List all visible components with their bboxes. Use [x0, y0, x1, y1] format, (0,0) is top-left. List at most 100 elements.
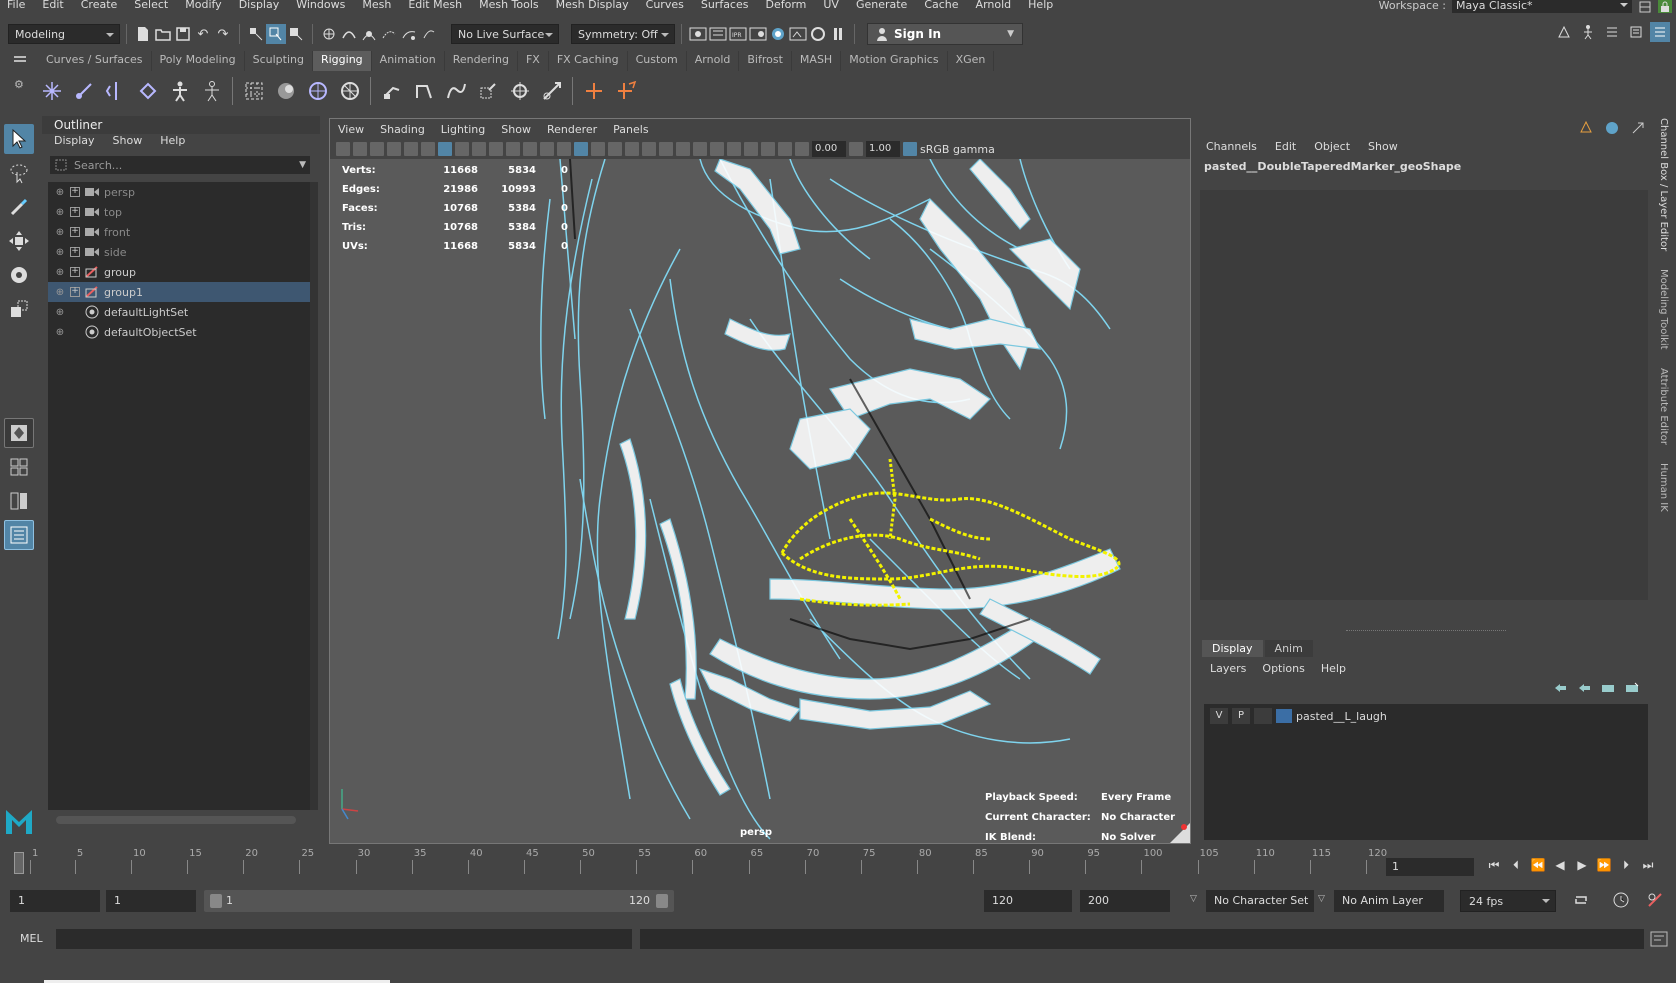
- expand-icon[interactable]: +: [70, 227, 80, 237]
- blend-shape-icon[interactable]: [336, 77, 364, 105]
- expand-icon[interactable]: +: [70, 267, 80, 277]
- 2d-pan-zoom-icon[interactable]: [404, 142, 418, 156]
- move-tool-icon[interactable]: [4, 226, 34, 256]
- select-tool-icon[interactable]: [4, 124, 34, 154]
- snap-curve-icon[interactable]: [339, 24, 359, 44]
- select-component-icon[interactable]: [286, 24, 306, 44]
- menu-create[interactable]: Create: [81, 0, 118, 11]
- grease-pencil-icon[interactable]: [421, 142, 435, 156]
- safe-title-icon[interactable]: [540, 142, 554, 156]
- range-start-handle[interactable]: [210, 894, 222, 908]
- shelf-tab-fx[interactable]: FX: [517, 51, 549, 71]
- open-scene-icon[interactable]: [153, 24, 173, 44]
- new-scene-icon[interactable]: [133, 24, 153, 44]
- viewport-menu-show[interactable]: Show: [501, 123, 531, 136]
- render-settings-icon[interactable]: [748, 24, 768, 44]
- camera-select-icon[interactable]: [336, 142, 350, 156]
- channel-menu-object[interactable]: Object: [1314, 140, 1350, 153]
- outliner-search-field[interactable]: Search... ▼: [50, 156, 310, 174]
- channel-list[interactable]: [1200, 190, 1648, 600]
- animation-end-field[interactable]: 200: [1080, 890, 1170, 912]
- film-gate-icon[interactable]: [455, 142, 469, 156]
- outliner-vertical-scrollbar[interactable]: [310, 182, 318, 810]
- render-current-icon[interactable]: [688, 24, 708, 44]
- help-line-icon[interactable]: [1602, 118, 1622, 138]
- menu-generate[interactable]: Generate: [856, 0, 907, 11]
- auto-key-icon[interactable]: [1612, 891, 1630, 912]
- xray-active-icon[interactable]: [761, 142, 775, 156]
- bind-skin-icon[interactable]: [378, 77, 406, 105]
- gate-mask-icon[interactable]: [489, 142, 503, 156]
- play-forwards-icon[interactable]: ▶: [1574, 856, 1590, 874]
- save-scene-icon[interactable]: [173, 24, 193, 44]
- character-set-icon[interactable]: ▽: [1190, 894, 1197, 904]
- shelf-tab-bifrost[interactable]: Bifrost: [739, 51, 792, 71]
- layer-playback-toggle[interactable]: P: [1232, 708, 1250, 724]
- expand-icon[interactable]: +: [70, 287, 80, 297]
- menu-edit-mesh[interactable]: Edit Mesh: [408, 0, 462, 11]
- default-material-icon[interactable]: [591, 142, 605, 156]
- undo-icon[interactable]: ↶: [193, 24, 213, 44]
- layer-visibility-toggle[interactable]: V: [1210, 708, 1228, 724]
- layer-menu-layers[interactable]: Layers: [1210, 662, 1246, 675]
- fps-dropdown[interactable]: 24 fps: [1460, 890, 1556, 912]
- playback-start-field[interactable]: 1: [106, 890, 196, 912]
- current-time-indicator[interactable]: [14, 852, 24, 874]
- outliner-item-top[interactable]: ⊕ + top: [48, 202, 310, 222]
- go-to-start-icon[interactable]: ⏮: [1486, 856, 1502, 874]
- filter-icon[interactable]: [54, 158, 68, 172]
- outliner-item-front[interactable]: ⊕ + front: [48, 222, 310, 242]
- four-view-layout-icon[interactable]: [4, 452, 34, 482]
- outliner-menu-show[interactable]: Show: [113, 134, 143, 152]
- visibility-icon[interactable]: ⊕: [54, 286, 66, 298]
- paint-weights-icon[interactable]: [474, 77, 502, 105]
- layer-menu-help[interactable]: Help: [1321, 662, 1346, 675]
- outliner-layout-icon[interactable]: [4, 520, 34, 550]
- ambient-occlusion-icon[interactable]: [659, 142, 673, 156]
- rotate-tool-icon[interactable]: [4, 260, 34, 290]
- visibility-icon[interactable]: ⊕: [54, 226, 66, 238]
- insert-joint-icon[interactable]: [70, 77, 98, 105]
- menu-windows[interactable]: Windows: [296, 0, 345, 11]
- orient-joint-icon[interactable]: [134, 77, 162, 105]
- sign-in-button[interactable]: Sign In ▼: [867, 23, 1023, 45]
- move-layer-down-icon[interactable]: [1576, 680, 1592, 696]
- shelf-tab-animation[interactable]: Animation: [371, 51, 445, 71]
- channel-box-icon[interactable]: [1650, 22, 1670, 42]
- xray-joints-icon[interactable]: [778, 142, 792, 156]
- workspace-dropdown[interactable]: Maya Classic*: [1452, 0, 1632, 13]
- menu-surfaces[interactable]: Surfaces: [701, 0, 749, 11]
- image-plane-icon[interactable]: [387, 142, 401, 156]
- viewport-menu-view[interactable]: View: [338, 123, 364, 136]
- xray-icon[interactable]: [744, 142, 758, 156]
- parent-constraint-icon[interactable]: [612, 77, 640, 105]
- move-layer-up-icon[interactable]: [1552, 680, 1568, 696]
- viewport-menu-shading[interactable]: Shading: [380, 123, 425, 136]
- gamma-icon[interactable]: [849, 142, 863, 156]
- create-empty-layer-icon[interactable]: [1600, 680, 1616, 696]
- anim-layer-icon[interactable]: ▽: [1318, 894, 1325, 904]
- tab-modeling-toolkit[interactable]: Modeling Toolkit: [1658, 269, 1669, 350]
- grid-icon[interactable]: [438, 142, 452, 156]
- tab-attribute-editor[interactable]: Attribute Editor: [1658, 368, 1669, 445]
- single-perspective-layout-icon[interactable]: [4, 418, 34, 448]
- shelf-tab-rendering[interactable]: Rendering: [444, 51, 518, 71]
- menu-help[interactable]: Help: [1028, 0, 1053, 11]
- tool-settings-icon[interactable]: [1626, 22, 1646, 42]
- camera-attributes-icon[interactable]: [353, 142, 367, 156]
- tab-human-ik[interactable]: Human IK: [1658, 463, 1669, 512]
- go-to-end-icon[interactable]: ⏭: [1640, 856, 1656, 874]
- redo-icon[interactable]: ↷: [213, 24, 233, 44]
- cluster-icon[interactable]: [272, 77, 300, 105]
- character-set-dropdown[interactable]: No Character Set: [1206, 890, 1314, 912]
- tab-channel-box-layer-editor[interactable]: Channel Box / Layer Editor: [1658, 118, 1669, 251]
- tab-display[interactable]: Display: [1202, 640, 1263, 657]
- create-layer-from-selected-icon[interactable]: [1624, 680, 1640, 696]
- viewport-menu-lighting[interactable]: Lighting: [441, 123, 485, 136]
- mirror-joint-icon[interactable]: [102, 77, 130, 105]
- menu-mesh-display[interactable]: Mesh Display: [556, 0, 629, 11]
- visibility-icon[interactable]: ⊕: [54, 266, 66, 278]
- scale-tool-icon[interactable]: [4, 294, 34, 324]
- expand-icon[interactable]: +: [70, 247, 80, 257]
- depth-of-field-icon[interactable]: [710, 142, 724, 156]
